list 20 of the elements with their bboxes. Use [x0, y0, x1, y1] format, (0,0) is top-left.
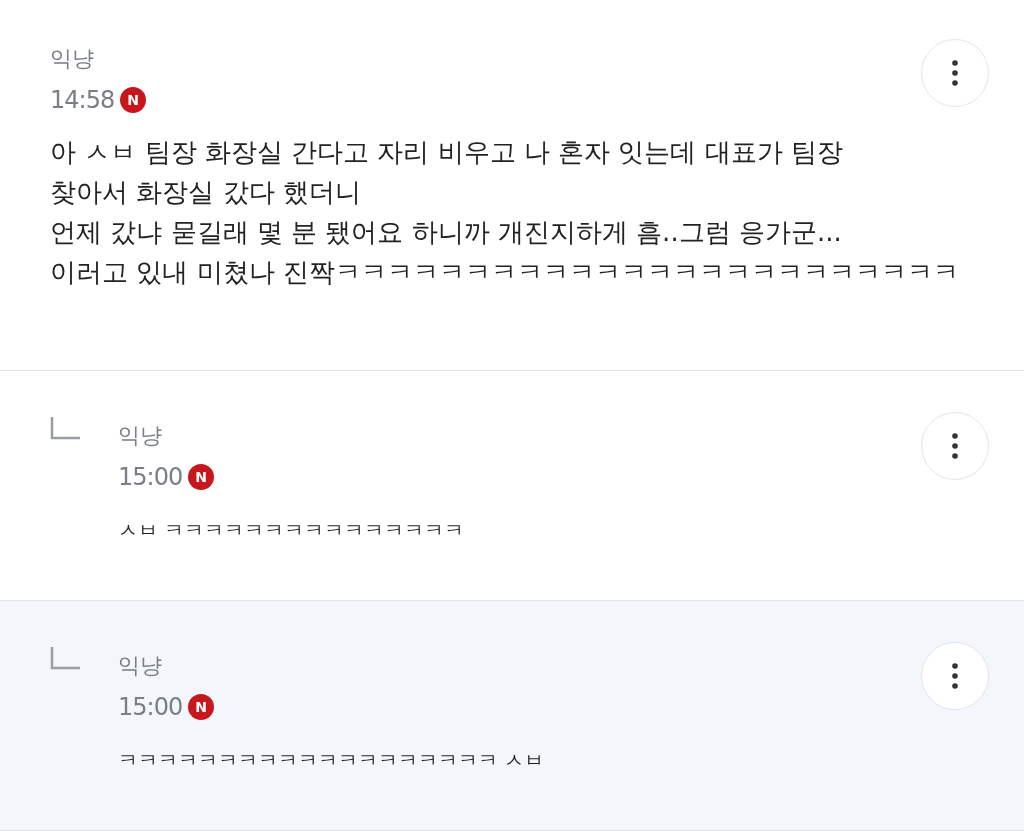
- comment-text-line: 찾아서 화장실 갔다 했더니: [50, 176, 361, 209]
- more-icon: [952, 60, 958, 86]
- comment-text-line: 이러고 있내 미쳤나 진짝ㅋㅋㅋㅋㅋㅋㅋㅋㅋㅋㅋㅋㅋㅋㅋㅋㅋㅋㅋㅋㅋㅋㅋㅋ: [50, 256, 959, 289]
- reply-corner-icon: [50, 647, 82, 671]
- reply-text: ㅋㅋㅋㅋㅋㅋㅋㅋㅋㅋㅋㅋㅋㅋㅋㅋㅋㅋㅋ ㅅㅂ: [118, 747, 545, 774]
- more-icon: [952, 433, 958, 459]
- comment-text-line: 언제 갔냐 묻길래 몇 분 됐어요 하니까 개진지하게 흠..그럼 응가군...: [50, 216, 842, 249]
- reply-corner-icon: [50, 417, 82, 441]
- author-name: 익냥: [50, 45, 94, 73]
- new-badge: N: [120, 87, 147, 113]
- comment-time: 14:58: [50, 86, 115, 114]
- reply-text: ㅅㅂ ㅋㅋㅋㅋㅋㅋㅋㅋㅋㅋㅋㅋㅋㅋㅋ: [118, 517, 465, 544]
- comment-time: 15:00: [118, 693, 183, 721]
- author-name: 익냥: [118, 652, 162, 680]
- comment-text-line: 아 ㅅㅂ 팀장 화장실 간다고 자리 비우고 나 혼자 잇는데 대표가 팀장: [50, 136, 843, 169]
- new-badge: N: [188, 694, 215, 720]
- author-name: 익냥: [118, 422, 162, 450]
- more-icon: [952, 663, 958, 689]
- comment-time: 15:00: [118, 463, 183, 491]
- new-badge: N: [188, 464, 215, 490]
